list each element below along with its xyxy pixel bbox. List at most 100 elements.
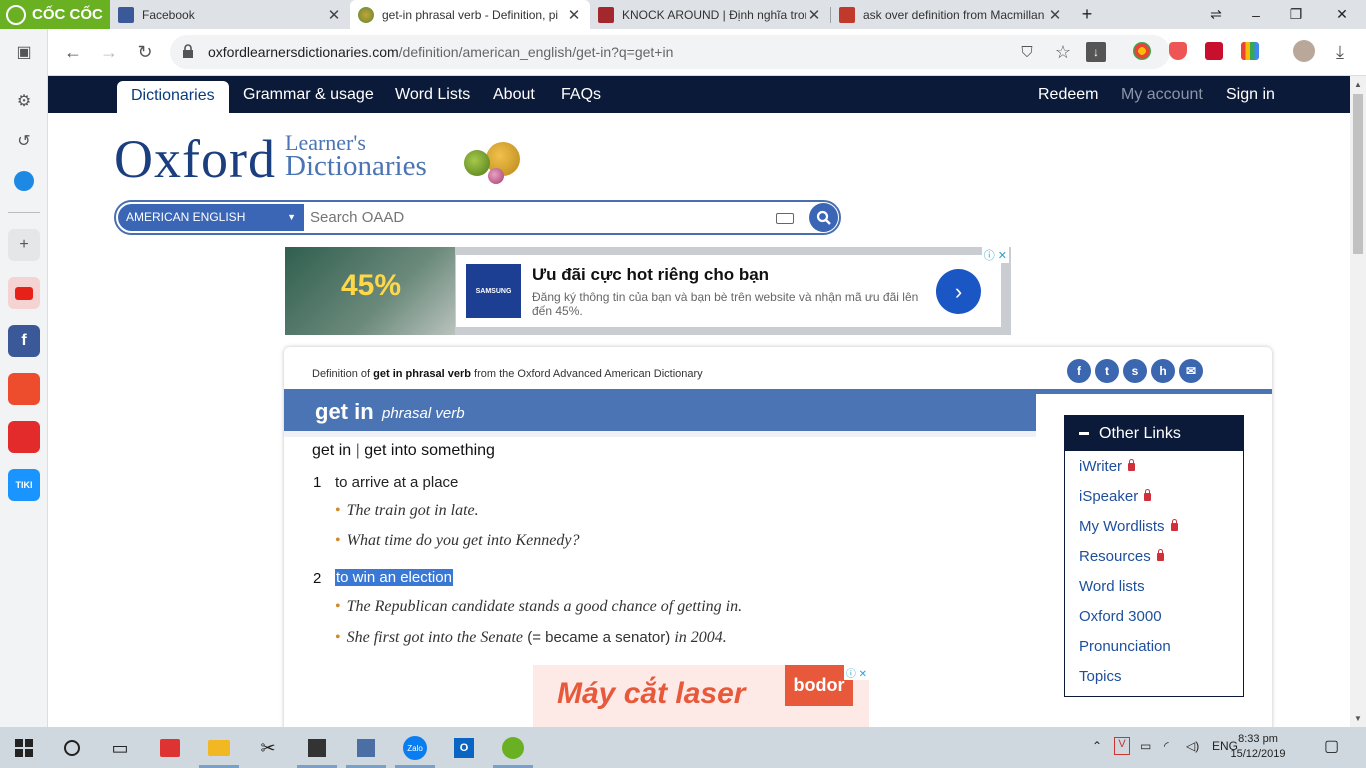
messenger-icon[interactable]: [8, 165, 40, 197]
tab-facebook[interactable]: Facebook ✕: [110, 0, 350, 29]
facebook-shortcut-icon[interactable]: f: [8, 325, 40, 357]
reload-icon[interactable]: ↻: [132, 39, 158, 65]
lock-icon: [1128, 459, 1136, 472]
other-links-header[interactable]: Other Links: [1065, 416, 1243, 451]
example-sentence: • What time do you get into Kennedy?: [335, 532, 580, 549]
nav-grammar-usage[interactable]: Grammar & usage: [243, 76, 374, 113]
scroll-up-icon[interactable]: ▲: [1354, 80, 1362, 89]
link-pronunciation[interactable]: Pronunciation: [1079, 638, 1171, 655]
outlook-icon[interactable]: O: [449, 733, 479, 763]
sendo-icon[interactable]: [8, 421, 40, 453]
lock-icon: [1156, 549, 1164, 562]
link-topics[interactable]: Topics: [1079, 668, 1122, 685]
vietkey-icon[interactable]: V: [1114, 737, 1130, 755]
ad-card[interactable]: SAMSUNG Ưu đãi cực hot riêng cho bạn Đăn…: [456, 255, 1001, 327]
new-tab-icon[interactable]: +: [1072, 0, 1102, 29]
coccoc-menu-button[interactable]: CỐC CỐC: [0, 0, 110, 29]
dialect-select[interactable]: AMERICAN ENGLISH ▼: [118, 204, 304, 231]
sticky-notes-icon[interactable]: [302, 733, 332, 763]
taskbar-clock[interactable]: 8:33 pm 15/12/2019: [1228, 732, 1288, 762]
close-tab-icon[interactable]: ✕: [326, 6, 342, 24]
settings-icon[interactable]: ⚙: [8, 85, 40, 117]
nav-dictionaries[interactable]: Dictionaries: [117, 81, 229, 113]
coccoc-taskbar-icon[interactable]: [498, 733, 528, 763]
share-twitter-icon[interactable]: t: [1095, 359, 1119, 383]
close-tab-icon[interactable]: ✕: [1047, 6, 1063, 24]
windows-start-icon[interactable]: [9, 733, 39, 763]
add-shortcut-icon[interactable]: +: [8, 229, 40, 261]
adchoices-close-icon[interactable]: ⓘ ✕: [843, 665, 869, 680]
page-scrollbar[interactable]: ▲ ▼: [1350, 76, 1366, 727]
forward-icon[interactable]: →: [96, 39, 122, 65]
phrasal-forms: get in | get into something: [312, 442, 495, 459]
bookmark-star-icon[interactable]: ☆: [1050, 39, 1076, 65]
search-input[interactable]: [310, 206, 770, 229]
minimize-icon[interactable]: –: [1236, 0, 1276, 29]
link-my-wordlists[interactable]: My Wordlists: [1079, 518, 1178, 535]
share-stumbleupon-icon[interactable]: s: [1123, 359, 1147, 383]
close-tab-icon[interactable]: ✕: [566, 6, 582, 24]
file-explorer-icon[interactable]: [204, 733, 234, 763]
downloads-icon[interactable]: ⤓: [1327, 39, 1353, 65]
link-resources[interactable]: Resources: [1079, 548, 1164, 565]
notifications-icon[interactable]: ▢: [1324, 736, 1339, 756]
scroll-down-icon[interactable]: ▼: [1354, 714, 1362, 723]
nav-my-account[interactable]: My account: [1121, 76, 1203, 113]
close-window-icon[interactable]: ✕: [1322, 0, 1362, 29]
coccoc-logo-icon: [6, 4, 26, 25]
ad-next-arrow-icon[interactable]: ›: [936, 269, 981, 314]
share-email-icon[interactable]: ✉: [1179, 359, 1203, 383]
nav-about[interactable]: About: [493, 76, 535, 113]
zalo-icon[interactable]: Zalo: [400, 733, 430, 763]
link-oxford-3000[interactable]: Oxford 3000: [1079, 608, 1162, 625]
nav-redeem[interactable]: Redeem: [1038, 76, 1098, 113]
tab-knock-around[interactable]: KNOCK AROUND | Định nghĩa tron ✕: [590, 0, 830, 29]
shield-icon[interactable]: ⛉: [1014, 39, 1040, 65]
download-page-icon[interactable]: ↓: [1086, 42, 1106, 62]
battery-icon[interactable]: ▭: [1140, 739, 1151, 753]
extension-adblock-icon[interactable]: [1169, 42, 1187, 60]
share-facebook-icon[interactable]: f: [1067, 359, 1091, 383]
macmillan-favicon-icon: [839, 6, 855, 23]
nav-sign-in[interactable]: Sign in: [1226, 76, 1275, 113]
address-bar[interactable]: oxfordlearnersdictionaries.com/definitio…: [170, 35, 1170, 69]
close-tab-icon[interactable]: ✕: [806, 6, 822, 24]
nav-word-lists[interactable]: Word Lists: [395, 76, 470, 113]
keyboard-icon[interactable]: [776, 213, 794, 224]
tab-get-in[interactable]: get-in phrasal verb - Definition, pi ✕: [350, 0, 590, 29]
volume-icon[interactable]: ◁): [1186, 739, 1199, 753]
entry-source: Definition of get in phrasal verb from t…: [312, 368, 703, 380]
nav-faqs[interactable]: FAQs: [561, 76, 601, 113]
bodor-ad-banner[interactable]: Máy cắt laser bodor ⓘ ✕: [533, 665, 869, 727]
tab-list-icon[interactable]: ⇌: [1196, 0, 1236, 29]
tab-ask-over[interactable]: ask over definition from Macmillan ✕: [831, 0, 1071, 29]
extension-chrome-icon[interactable]: [1133, 42, 1151, 60]
profile-avatar[interactable]: [1293, 40, 1315, 62]
extension-sync-icon[interactable]: [1205, 42, 1223, 60]
share-hootsuite-icon[interactable]: h: [1151, 359, 1175, 383]
tab-title: KNOCK AROUND | Định nghĩa tron: [622, 7, 806, 22]
link-word-lists[interactable]: Word lists: [1079, 578, 1145, 595]
clock-date: 15/12/2019: [1230, 748, 1286, 760]
link-ispeaker[interactable]: iSpeaker: [1079, 488, 1152, 505]
link-iwriter[interactable]: iWriter: [1079, 458, 1136, 475]
shopee-icon[interactable]: [8, 373, 40, 405]
snipping-tool-icon[interactable]: ✂: [253, 733, 283, 763]
sidebar-toggle-icon[interactable]: ▣: [8, 36, 40, 68]
wifi-icon[interactable]: ◜: [1164, 739, 1169, 753]
history-icon[interactable]: ↺: [8, 125, 40, 157]
scroll-thumb[interactable]: [1353, 94, 1363, 254]
samsung-ad-banner[interactable]: 45% SAMSUNG Ưu đãi cực hot riêng cho bạn…: [285, 247, 1011, 335]
adchoices-close-icon[interactable]: ⓘ ✕: [981, 247, 1009, 263]
search-circle-icon[interactable]: [57, 733, 87, 763]
app-blue-icon[interactable]: [351, 733, 381, 763]
app-shop-icon[interactable]: [155, 733, 185, 763]
restore-icon[interactable]: ❐: [1276, 0, 1316, 29]
search-button[interactable]: [809, 203, 838, 232]
back-icon[interactable]: ←: [60, 39, 86, 65]
task-view-icon[interactable]: ▭: [105, 733, 135, 763]
tray-chevron-icon[interactable]: ⌃: [1092, 739, 1102, 753]
youtube-icon[interactable]: [8, 277, 40, 309]
tiki-icon[interactable]: TIKI: [8, 469, 40, 501]
extension-colorful-icon[interactable]: [1241, 42, 1259, 60]
